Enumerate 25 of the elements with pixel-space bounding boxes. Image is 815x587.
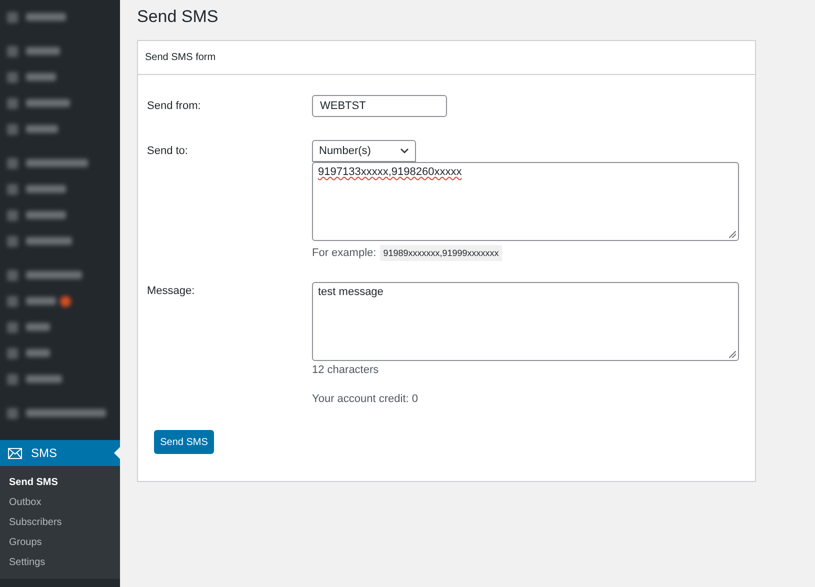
send-sms-button[interactable]: Send SMS: [154, 430, 214, 454]
example-code: 91989xxxxxxx,91999xxxxxxx: [380, 245, 502, 261]
field-label: Message:: [147, 284, 196, 299]
resize-grip-icon: [729, 351, 736, 358]
chevron-down-icon: [400, 148, 409, 154]
field-label: Send to:: [147, 144, 189, 159]
submenu-item[interactable]: Send SMS: [0, 473, 120, 493]
account-credit: Your account credit: 0: [312, 393, 419, 405]
sidebar-menu-item[interactable]: SMS: [0, 440, 120, 466]
current-pointer-icon: [114, 447, 120, 459]
submenu-item[interactable]: Settings: [0, 553, 120, 573]
field-label: Send from:: [147, 99, 202, 114]
resize-grip-icon: [729, 231, 736, 238]
submenu-item[interactable]: Subscribers: [0, 513, 120, 533]
text-area[interactable]: 9197133xxxxx,9198260xxxxx: [312, 162, 739, 241]
text-area[interactable]: test message: [312, 282, 739, 361]
page-title: Send SMS: [137, 7, 220, 27]
submenu-item[interactable]: Groups: [0, 533, 120, 553]
envelope-icon: [8, 448, 22, 458]
example-label: For example:: [312, 247, 376, 259]
input-field[interactable]: WEBTST: [312, 95, 447, 117]
submenu-item[interactable]: Outbox: [0, 493, 120, 513]
dropdown[interactable]: Number(s): [312, 140, 416, 162]
card-title: Send SMS form: [138, 41, 755, 75]
character-count: 12 characters: [312, 364, 380, 376]
